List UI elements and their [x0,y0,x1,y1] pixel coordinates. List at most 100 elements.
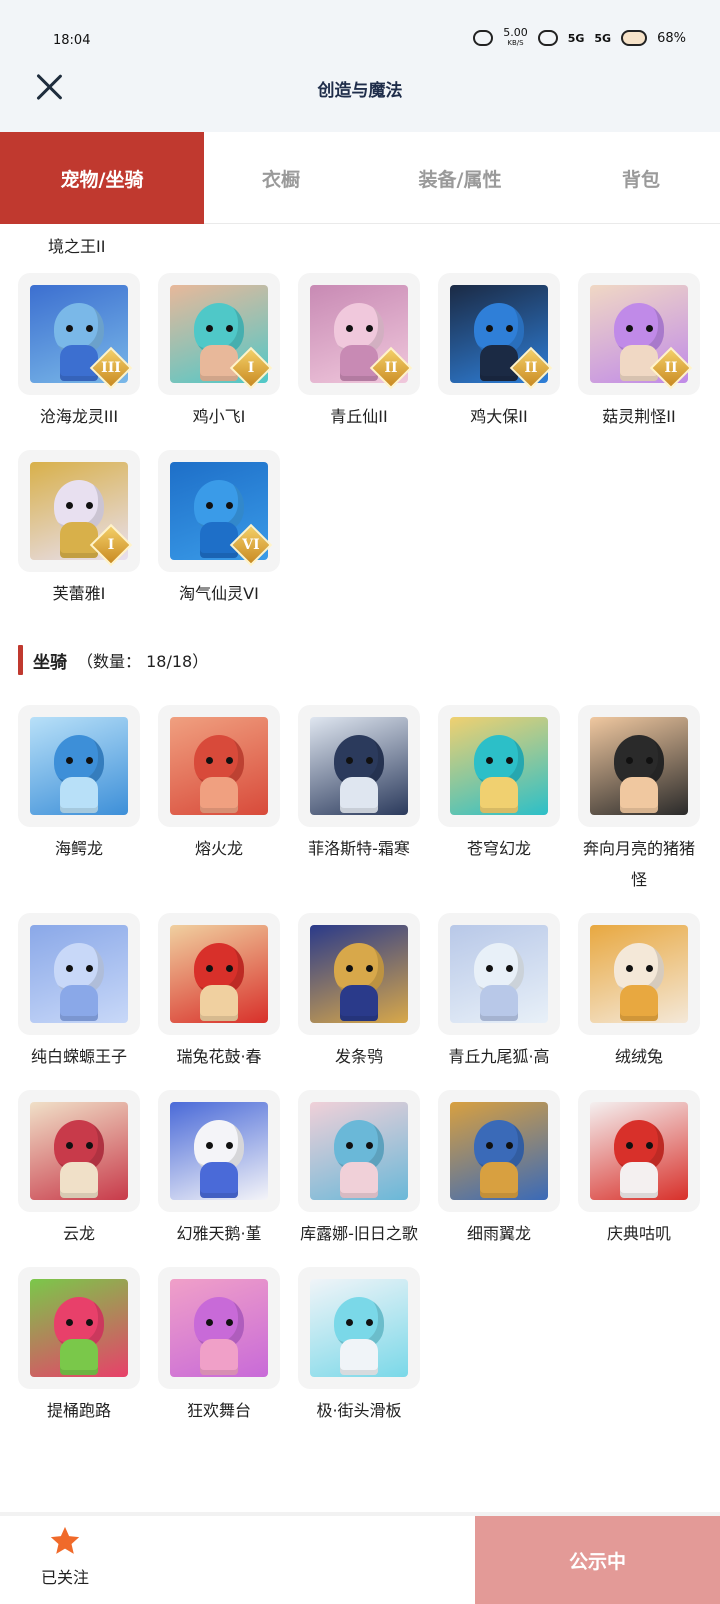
mount-thumbnail [18,705,140,827]
publish-status-button[interactable]: 公示中 [475,1516,720,1604]
tier-badge-label: I [247,360,255,376]
mount-image [30,925,128,1023]
mount-item[interactable]: 熔火龙 [158,705,280,895]
section-accent-bar [18,645,23,675]
bottom-bar: 已关注 公示中 [0,1516,720,1604]
tab-1[interactable]: 宠物/坐骑 [0,132,204,224]
mount-name: 幻雅天鹅·堇 [176,1224,262,1243]
pet-item[interactable]: I 芙蕾雅I [18,450,140,609]
pet-thumbnail: VI [158,450,280,572]
mount-thumbnail [298,913,420,1035]
mount-image [30,717,128,815]
content-area[interactable]: 境之王II III 沧海龙灵III I 鸡小飞I II 青丘仙II II 鸡大保II II 菇灵荆… [0,225,720,1512]
tier-badge-label: II [664,360,678,376]
mount-thumbnail [18,1267,140,1389]
mount-thumbnail [298,1090,420,1212]
pet-item[interactable]: VI 淘气仙灵VI [158,450,280,609]
page-title: 创造与魔法 [317,81,403,101]
pet-item[interactable]: III 沧海龙灵III [18,273,140,432]
mount-image [170,925,268,1023]
mount-name: 海鳄龙 [54,839,103,858]
mount-item[interactable]: 瑞兔花鼓·春 [158,913,280,1072]
pet-name: 淘气仙灵VI [179,584,259,603]
mount-thumbnail [438,1090,560,1212]
tier-badge-label: II [384,360,398,376]
tier-badge-label: I [107,537,115,553]
mount-item[interactable]: 菲洛斯特-霜寒 [298,705,420,895]
star-icon [50,1526,80,1554]
tab-3[interactable]: 装备/属性 [358,132,562,224]
pet-thumbnail: I [158,273,280,395]
mount-item[interactable]: 纯白蝾螈王子 [18,913,140,1072]
mount-item[interactable]: 库露娜-旧日之歌 [298,1090,420,1249]
mount-image [310,717,408,815]
signal-1: 5G [567,31,585,45]
mount-item[interactable]: 狂欢舞台 [158,1267,280,1426]
mount-name: 瑞兔花鼓·春 [176,1047,262,1066]
mount-item[interactable]: 云龙 [18,1090,140,1249]
pet-thumbnail: III [18,273,140,395]
mount-thumbnail [158,913,280,1035]
mount-item[interactable]: 海鳄龙 [18,705,140,895]
mount-image [310,1102,408,1200]
mount-image [30,1102,128,1200]
mount-item[interactable]: 苍穹幻龙 [438,705,560,895]
pet-thumbnail: II [578,273,700,395]
pet-thumbnail: II [298,273,420,395]
net-speed-unit: KB/S [507,39,524,47]
follow-label: 已关注 [40,1568,89,1587]
mount-name: 奔向月亮的猪猪怪 [582,839,695,889]
mount-item[interactable]: 奔向月亮的猪猪怪 [578,705,700,895]
pet-item[interactable]: II 青丘仙II [298,273,420,432]
mount-item[interactable]: 极·街头滑板 [298,1267,420,1426]
follow-button[interactable]: 已关注 [20,1524,110,1594]
mount-name: 庆典咕叽 [606,1224,671,1243]
battery-icon [621,30,648,46]
mount-item[interactable]: 庆典咕叽 [578,1090,700,1249]
mounts-section-count: （数量： 18/18） [77,652,209,671]
mount-image [170,1102,268,1200]
status-time: 18:04 [53,33,91,48]
pet-item[interactable]: II 菇灵荆怪II [578,273,700,432]
mount-item[interactable]: 绒绒兔 [578,913,700,1072]
mount-image [450,1102,548,1200]
mount-item[interactable]: 青丘九尾狐·高 [438,913,560,1072]
mounts-grid: 海鳄龙 熔火龙 菲洛斯特-霜寒 苍穹幻龙 奔向月亮的猪猪怪纯白蝾螈王子 瑞兔花鼓·春 发条鸮… [18,705,708,1426]
mount-image [590,1102,688,1200]
mount-thumbnail [18,913,140,1035]
mount-name: 云龙 [62,1224,95,1243]
tab-4[interactable]: 背包 [562,132,720,224]
mount-item[interactable]: 细雨翼龙 [438,1090,560,1249]
mount-image [590,925,688,1023]
pet-name: 青丘仙II [330,407,388,426]
pet-item[interactable]: II 鸡大保II [438,273,560,432]
pet-name: 菇灵荆怪II [602,407,676,426]
pet-thumbnail: II [438,273,560,395]
mount-thumbnail [158,1267,280,1389]
mount-image [170,717,268,815]
mount-name: 熔火龙 [194,839,243,858]
tier-badge-label: II [524,360,538,376]
mount-thumbnail [298,1267,420,1389]
mount-name: 极·街头滑板 [316,1401,402,1420]
mount-image [310,1279,408,1377]
mount-thumbnail [578,705,700,827]
mount-item[interactable]: 幻雅天鹅·堇 [158,1090,280,1249]
mount-name: 青丘九尾狐·高 [448,1047,550,1066]
pet-thumbnail: I [18,450,140,572]
mount-name: 狂欢舞台 [186,1401,251,1420]
mount-item[interactable]: 提桶跑路 [18,1267,140,1426]
mount-thumbnail [158,1090,280,1212]
pet-item[interactable]: I 鸡小飞I [158,273,280,432]
tab-2[interactable]: 衣橱 [204,132,358,224]
mount-item[interactable]: 发条鸮 [298,913,420,1072]
partial-pet-label: 境之王II [48,237,106,256]
top-bar: 18:04 5.00 KB/S 5G 5G 68% 创造与魔法 [0,0,720,132]
mount-name: 苍穹幻龙 [466,839,531,858]
pet-name: 鸡小飞I [192,407,246,426]
mount-thumbnail [438,705,560,827]
mount-image [170,1279,268,1377]
pet-name: 芙蕾雅I [52,584,106,603]
mount-name: 绒绒兔 [614,1047,663,1066]
net-speed: 5.00 KB/S [503,27,528,48]
